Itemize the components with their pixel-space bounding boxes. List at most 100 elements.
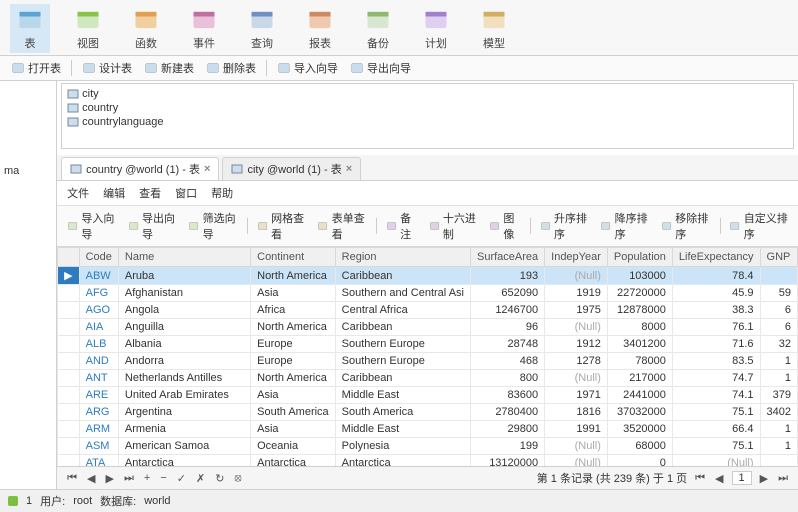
col-Code[interactable]: Code [79,248,118,267]
custom-sort-button[interactable]: 自定义排序 [724,208,793,244]
table-row[interactable]: ANTNetherlands AntillesNorth AmericaCari… [58,370,798,387]
table-row[interactable]: AFGAfghanistanAsiaSouthern and Central A… [58,285,798,302]
user-value: root [73,495,92,507]
user-label: 用户: [40,493,65,509]
col-Name[interactable]: Name [118,248,250,267]
ribbon-schedule-label: 计划 [425,35,447,51]
memo-button[interactable]: 备注 [381,208,423,244]
export-wiz-button[interactable]: 导出向导 [123,208,183,244]
ribbon-report[interactable]: 报表 [300,4,340,53]
hex-button[interactable]: 十六进制 [424,208,484,244]
page-number[interactable]: 1 [732,471,752,485]
col-IndepYear[interactable]: IndepYear [545,248,608,267]
ribbon-schedule[interactable]: 计划 [416,4,456,53]
menu-3[interactable]: 窗口 [175,185,197,201]
table-row[interactable]: ATAAntarcticaAntarcticaAntarctica1312000… [58,455,798,467]
editor-menu: 文件编辑查看窗口帮助 [57,181,798,206]
object-tree: citycountrycountrylanguage [61,83,794,149]
table-row[interactable]: ▶ABWArubaNorth AmericaCaribbean193(Null)… [58,267,798,285]
db-label: 数据库: [100,493,136,509]
import-wiz-button[interactable]: 导入向导 [62,208,122,244]
table-row[interactable]: AREUnited Arab EmiratesAsiaMiddle East83… [58,387,798,404]
page-first-icon[interactable]: ⏮ [693,472,707,485]
form-view-button[interactable]: 表单查看 [312,208,372,244]
col-Continent[interactable]: Continent [251,248,336,267]
grid-view-button[interactable]: 网格查看 [252,208,312,244]
design-table-button[interactable]: 设计表 [77,58,137,78]
tab-country-close-icon[interactable]: × [204,163,210,175]
db-value: world [144,495,170,507]
connection-status-icon [8,496,18,506]
data-grid[interactable]: CodeNameContinentRegionSurfaceAreaIndepY… [57,247,798,466]
sort-desc-button[interactable]: 降序排序 [595,208,655,244]
tree-item-country[interactable]: country [65,101,790,115]
ribbon-function-label: 函数 [135,35,157,51]
ribbon-table-label: 表 [25,35,36,51]
col-SurfaceArea[interactable]: SurfaceArea [470,248,544,267]
col-GNP[interactable]: GNP [760,248,797,267]
menu-4[interactable]: 帮助 [211,185,233,201]
tree-item-countrylanguage[interactable]: countrylanguage [65,115,790,129]
nav-last-icon[interactable]: ⏭ [122,472,136,485]
image-button[interactable]: 图像 [484,208,526,244]
ribbon: 表 视图 函数 事件 查询 报表备份 计划 模型 [0,0,798,56]
ribbon-query-label: 查询 [251,35,273,51]
ribbon-model-label: 模型 [483,35,505,51]
ribbon-view[interactable]: 视图 [68,4,108,53]
nav-stop-icon[interactable]: ⦻ [232,472,243,485]
filter-wiz-button[interactable]: 筛选向导 [183,208,243,244]
ribbon-backup[interactable]: 备份 [358,4,398,53]
table-row[interactable]: AIAAnguillaNorth AmericaCaribbean96(Null… [58,319,798,336]
ribbon-event-label: 事件 [193,35,215,51]
tab-country[interactable]: country @world (1) - 表× [61,157,219,180]
ribbon-query[interactable]: 查询 [242,4,282,53]
table-row[interactable]: ALBAlbaniaEuropeSouthern Europe287481912… [58,336,798,353]
nav-add-icon[interactable]: + [142,472,152,484]
tab-city[interactable]: city @world (1) - 表× [222,157,361,180]
open-table-button[interactable]: 打开表 [6,58,66,78]
tab-city-close-icon[interactable]: × [346,163,352,175]
menu-0[interactable]: 文件 [67,185,89,201]
table-row[interactable]: ARMArmeniaAsiaMiddle East298001991352000… [58,421,798,438]
nav-refresh-icon[interactable]: ↻ [213,472,226,485]
ribbon-backup-label: 备份 [367,35,389,51]
page-prev-icon[interactable]: ◀ [713,472,725,485]
nav-first-icon[interactable]: ⏮ [65,472,79,485]
ribbon-model[interactable]: 模型 [474,4,514,53]
sort-asc-button[interactable]: 升序排序 [535,208,595,244]
nav-del-icon[interactable]: − [158,472,168,484]
delete-table-button[interactable]: 删除表 [201,58,261,78]
table-row[interactable]: ANDAndorraEuropeSouthern Europe468127878… [58,353,798,370]
tab-bar: country @world (1) - 表×city @world (1) -… [57,155,798,181]
nav-cancel-icon[interactable]: ✗ [194,472,207,485]
new-table-button[interactable]: 新建表 [139,58,199,78]
menu-2[interactable]: 查看 [139,185,161,201]
page-next-icon[interactable]: ▶ [758,472,770,485]
table-row[interactable]: AGOAngolaAfricaCentral Africa12467001975… [58,302,798,319]
ribbon-function[interactable]: 函数 [126,4,166,53]
page-last-icon[interactable]: ⏭ [776,472,790,485]
record-navigator: ⏮ ◀ ▶ ⏭ + − ✓ ✗ ↻ ⦻ 第 1 条记录 (共 239 条) 于 … [57,466,798,489]
nav-next-icon[interactable]: ▶ [104,472,116,485]
export-wizard-button[interactable]: 导出向导 [345,58,416,78]
record-info: 第 1 条记录 (共 239 条) 于 1 页 [537,470,687,486]
table-row[interactable]: ASMAmerican SamoaOceaniaPolynesia199(Nul… [58,438,798,455]
remove-sort-button[interactable]: 移除排序 [656,208,716,244]
ribbon-table[interactable]: 表 [10,4,50,53]
col-Region[interactable]: Region [335,248,470,267]
col-Population[interactable]: Population [607,248,672,267]
ribbon-event[interactable]: 事件 [184,4,224,53]
left-pane: ma [0,81,57,489]
main-toolbar: 打开表设计表新建表删除表导入向导导出向导 [0,56,798,81]
import-wizard-button[interactable]: 导入向导 [272,58,343,78]
table-row[interactable]: ARGArgentinaSouth AmericaSouth America27… [58,404,798,421]
col-LifeExpectancy[interactable]: LifeExpectancy [672,248,760,267]
user-count: 1 [26,495,32,507]
left-label: ma [4,165,52,177]
ribbon-view-label: 视图 [77,35,99,51]
menu-1[interactable]: 编辑 [103,185,125,201]
tree-item-city[interactable]: city [65,87,790,101]
status-bar: 1 用户: root 数据库: world [0,489,798,512]
nav-commit-icon[interactable]: ✓ [175,472,188,485]
nav-prev-icon[interactable]: ◀ [85,472,97,485]
